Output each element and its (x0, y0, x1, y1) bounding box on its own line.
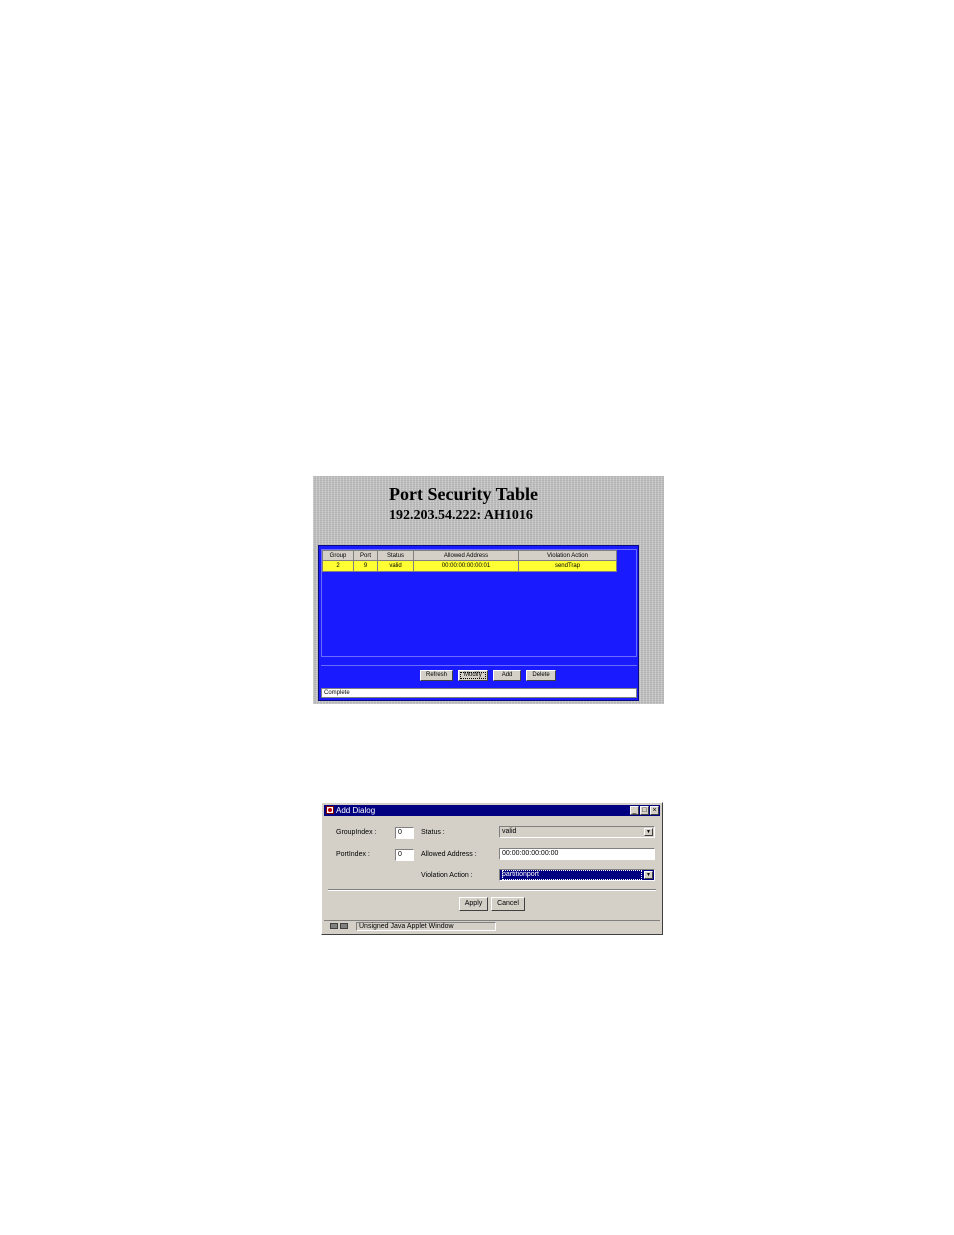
action-button-row: Refresh Modify Add Delete (420, 670, 556, 681)
status-select[interactable]: valid ▼ (499, 826, 655, 838)
port-security-screenshot: Port Security Table 192.203.54.222: AH10… (313, 476, 664, 704)
cell-status: valid (377, 560, 414, 572)
applet-warning-bar: Unsigned Java Applet Window (324, 920, 660, 932)
cell-port: 9 (353, 560, 378, 572)
modify-button[interactable]: Modify (458, 670, 488, 681)
apply-button[interactable]: Apply (459, 897, 488, 911)
maximize-button[interactable]: □ (640, 806, 649, 815)
dialog-title-bar[interactable]: Add Dialog _ □ × (324, 805, 660, 816)
port-index-label: PortIndex : (336, 851, 370, 858)
violation-action-select-value: partitionport (502, 870, 642, 880)
cell-group: 2 (322, 560, 354, 572)
violation-action-label: Violation Action : (421, 872, 473, 879)
allowed-address-label: Allowed Address : (421, 851, 477, 858)
dialog-title: Add Dialog (336, 806, 376, 815)
java-cup-icon (326, 806, 334, 814)
dropdown-arrow-icon[interactable]: ▼ (644, 828, 653, 836)
column-header-status[interactable]: Status (377, 550, 414, 561)
group-index-label: GroupIndex : (336, 829, 377, 836)
port-security-table: Group Port Status Allowed Address Violat… (322, 550, 617, 572)
divider (321, 665, 637, 666)
delete-button[interactable]: Delete (526, 670, 556, 681)
page-subtitle: 192.203.54.222: AH1016 (389, 508, 533, 523)
add-button[interactable]: Add (492, 670, 522, 681)
status-bar: Complete (321, 688, 637, 698)
key-icon (330, 923, 350, 930)
allowed-address-input[interactable]: 00:00:00:00:00:00 (499, 848, 655, 860)
add-dialog: Add Dialog _ □ × GroupIndex : 0 PortInde… (321, 802, 663, 935)
column-header-allowed-address[interactable]: Allowed Address (413, 550, 519, 561)
group-index-input[interactable]: 0 (395, 827, 414, 839)
minimize-button[interactable]: _ (630, 806, 639, 815)
page-title: Port Security Table (389, 484, 538, 504)
port-security-grid: Group Port Status Allowed Address Violat… (321, 549, 637, 657)
status-label: Status : (421, 829, 445, 836)
port-index-input[interactable]: 0 (395, 849, 414, 861)
port-security-applet: Group Port Status Allowed Address Violat… (318, 545, 639, 701)
table-header-row: Group Port Status Allowed Address Violat… (322, 550, 617, 561)
applet-warning-text: Unsigned Java Applet Window (356, 922, 496, 931)
violation-action-select[interactable]: partitionport ▼ (499, 869, 655, 881)
column-header-violation-action[interactable]: Violation Action (518, 550, 617, 561)
close-button[interactable]: × (650, 806, 659, 815)
cell-allowed-address: 00:00:00:00:00:01 (413, 560, 519, 572)
column-header-group[interactable]: Group (322, 550, 354, 561)
refresh-button[interactable]: Refresh (420, 670, 454, 681)
table-row[interactable]: 2 9 valid 00:00:00:00:00:01 sendTrap (322, 560, 617, 572)
divider (328, 889, 656, 890)
status-select-value: valid (502, 828, 517, 835)
dropdown-arrow-icon[interactable]: ▼ (644, 871, 653, 879)
cell-violation-action: sendTrap (518, 560, 617, 572)
column-header-port[interactable]: Port (353, 550, 378, 561)
cancel-button[interactable]: Cancel (491, 897, 525, 911)
